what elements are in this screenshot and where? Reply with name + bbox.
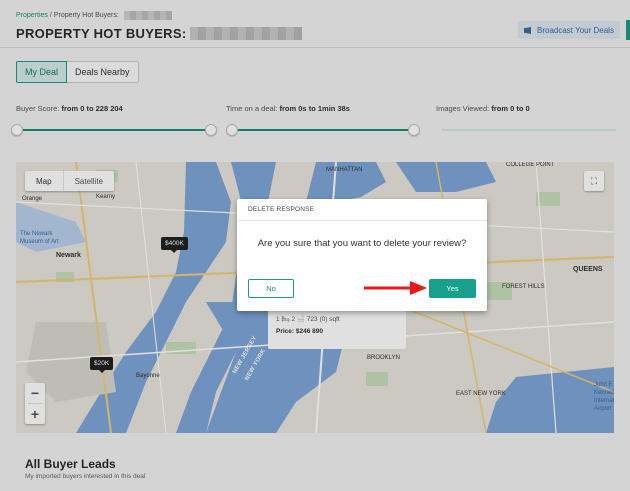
- dialog-title: DELETE RESPONSE: [237, 199, 487, 221]
- no-button[interactable]: No: [248, 279, 294, 298]
- dialog-message: Are you sure that you want to delete you…: [257, 238, 467, 249]
- delete-response-dialog: DELETE RESPONSE Are you sure that you wa…: [237, 199, 487, 311]
- yes-button[interactable]: Yes: [429, 279, 476, 298]
- red-arrow-icon: [364, 281, 427, 295]
